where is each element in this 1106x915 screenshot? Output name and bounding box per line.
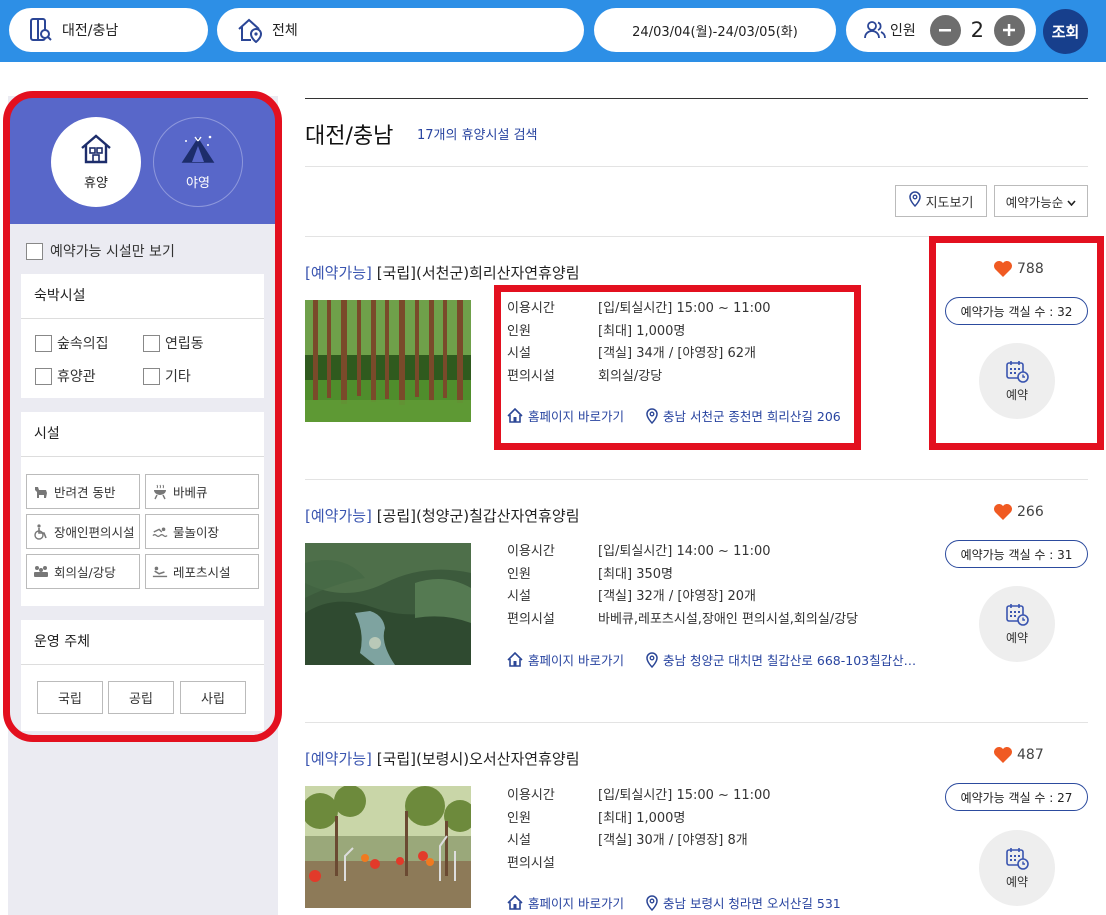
availability-badge: [예약가능] — [305, 750, 372, 768]
result-count: 17개의 휴양시설 검색 — [417, 128, 538, 143]
detail-label: 인원 — [507, 566, 531, 582]
location-pin-icon — [908, 191, 921, 211]
region-selector[interactable]: 대전/충남 — [9, 8, 208, 52]
detail-value: [객실] 32개 / [야영장] 20개 — [598, 589, 757, 604]
homepage-link-label: 홈페이지 바로가기 — [528, 896, 624, 911]
detail-label: 시설 — [507, 833, 531, 848]
detail-label: 인원 — [507, 810, 531, 826]
reserve-button[interactable]: 예약 — [979, 586, 1055, 662]
plus-icon — [1003, 24, 1016, 36]
detail-label: 이용시간 — [507, 788, 555, 803]
detail-value: [객실] 30개 / [야영장] 8개 — [598, 833, 748, 848]
facility-title-link[interactable]: [예약가능] [공립](청양군)칠갑산자연휴양림 — [305, 505, 580, 526]
detail-value: [최대] 1,000명 — [598, 810, 686, 826]
facility-name: [국립](보령시)오서산자연휴양림 — [376, 750, 580, 768]
like-count-value: 487 — [1017, 747, 1044, 763]
detail-label: 시설 — [507, 589, 531, 604]
page-title: 대전/충남 — [305, 124, 394, 149]
calendar-clock-icon — [1006, 604, 1029, 626]
reserve-button[interactable]: 예약 — [979, 830, 1055, 906]
region-value: 대전/충남 — [62, 23, 119, 39]
facility-title-link[interactable]: [예약가능] [국립](보령시)오서산자연휴양림 — [305, 748, 580, 769]
people-label: 인원 — [890, 23, 916, 39]
facility-type-value: 전체 — [272, 23, 298, 39]
address-link[interactable]: 충남 청양군 대치면 칠갑산로 668-103칠갑산… — [646, 650, 916, 669]
facility-thumbnail[interactable] — [305, 543, 471, 665]
people-count: 2 — [970, 18, 984, 42]
facility-details: 이용시간 [입/퇴실시간] 15:00 ~ 11:00 인원 [최대] 1,000명… — [507, 784, 771, 874]
detail-value: [입/퇴실시간] 15:00 ~ 11:00 — [598, 788, 771, 803]
availability-badge: [예약가능] — [305, 264, 372, 282]
details-highlight-box — [494, 285, 861, 450]
reserve-label: 예약 — [1005, 875, 1029, 889]
chevron-down-icon — [1067, 194, 1076, 209]
increase-people-button[interactable] — [993, 14, 1025, 46]
homepage-link-label: 홈페이지 바로가기 — [528, 653, 624, 668]
location-pin-icon — [646, 894, 658, 911]
minus-icon — [939, 29, 952, 32]
available-rooms-badge: 예약가능 객실 수 : 31 — [945, 540, 1088, 568]
home-location-icon — [236, 17, 264, 43]
facility-thumbnail[interactable] — [305, 300, 471, 422]
divider — [305, 166, 1088, 167]
facility-name: [공립](청양군)칠갑산자연휴양림 — [376, 507, 580, 525]
facility-details: 이용시간 [입/퇴실시간] 14:00 ~ 11:00 인원 [최대] 350명 시… — [507, 540, 858, 630]
detail-value: 바베큐,레포츠시설,장애인 편의시설,회의실/강당 — [598, 611, 859, 627]
facility-links: 홈페이지 바로가기 충남 청양군 대치면 칠갑산로 668-103칠갑산… — [507, 650, 916, 669]
address-label: 충남 청양군 대치면 칠갑산로 668-103칠갑산… — [662, 653, 917, 668]
people-icon — [864, 20, 886, 40]
date-range-selector[interactable]: 24/03/04(월)-24/03/05(화) — [594, 8, 836, 52]
heart-icon — [994, 747, 1012, 763]
location-pin-icon — [646, 651, 658, 668]
home-icon — [507, 652, 523, 667]
sidebar-highlight-box — [3, 91, 282, 742]
sort-value: 예약가능순 — [1005, 194, 1064, 210]
divider — [305, 479, 1088, 480]
facility-title-link[interactable]: [예약가능] [국립](서천군)희리산자연휴양림 — [305, 262, 580, 283]
detail-value: [입/퇴실시간] 14:00 ~ 11:00 — [598, 544, 771, 559]
address-label: 충남 보령시 청라면 오서산길 531 — [662, 896, 841, 911]
map-view-label: 지도보기 — [925, 195, 974, 211]
heart-icon — [994, 504, 1012, 520]
actions-highlight-box — [929, 236, 1104, 450]
decrease-people-button[interactable] — [929, 14, 961, 46]
header-divider — [305, 98, 1088, 99]
people-selector: 인원 2 — [846, 8, 1036, 52]
like-count-value: 266 — [1017, 504, 1044, 520]
like-count[interactable]: 487 — [993, 746, 1044, 764]
map-guide-icon — [28, 17, 52, 43]
map-view-button[interactable]: 지도보기 — [895, 185, 987, 217]
homepage-link[interactable]: 홈페이지 바로가기 — [507, 650, 624, 669]
address-link[interactable]: 충남 보령시 청라면 오서산길 531 — [646, 893, 841, 912]
facility-type-selector[interactable]: 전체 — [217, 8, 584, 52]
calendar-clock-icon — [1006, 848, 1029, 870]
facility-thumbnail[interactable] — [302, 785, 476, 908]
divider — [305, 722, 1088, 723]
detail-value: [최대] 350명 — [598, 566, 673, 582]
home-icon — [507, 895, 523, 910]
like-count[interactable]: 266 — [993, 503, 1044, 521]
homepage-link[interactable]: 홈페이지 바로가기 — [507, 893, 624, 912]
facility-name: [국립](서천군)희리산자연휴양림 — [376, 264, 580, 282]
detail-label: 편의시설 — [507, 855, 555, 871]
facility-links: 홈페이지 바로가기 충남 보령시 청라면 오서산길 531 — [507, 893, 841, 912]
detail-label: 이용시간 — [507, 544, 555, 559]
date-range-value: 24/03/04(월)-24/03/05(화) — [632, 24, 798, 40]
sort-select[interactable]: 예약가능순 — [994, 185, 1088, 217]
detail-label: 편의시설 — [507, 611, 555, 627]
reserve-label: 예약 — [1005, 631, 1029, 645]
availability-badge: [예약가능] — [305, 507, 372, 525]
search-submit-button[interactable]: 조회 — [1043, 9, 1088, 54]
available-rooms-badge: 예약가능 객실 수 : 27 — [945, 783, 1088, 811]
